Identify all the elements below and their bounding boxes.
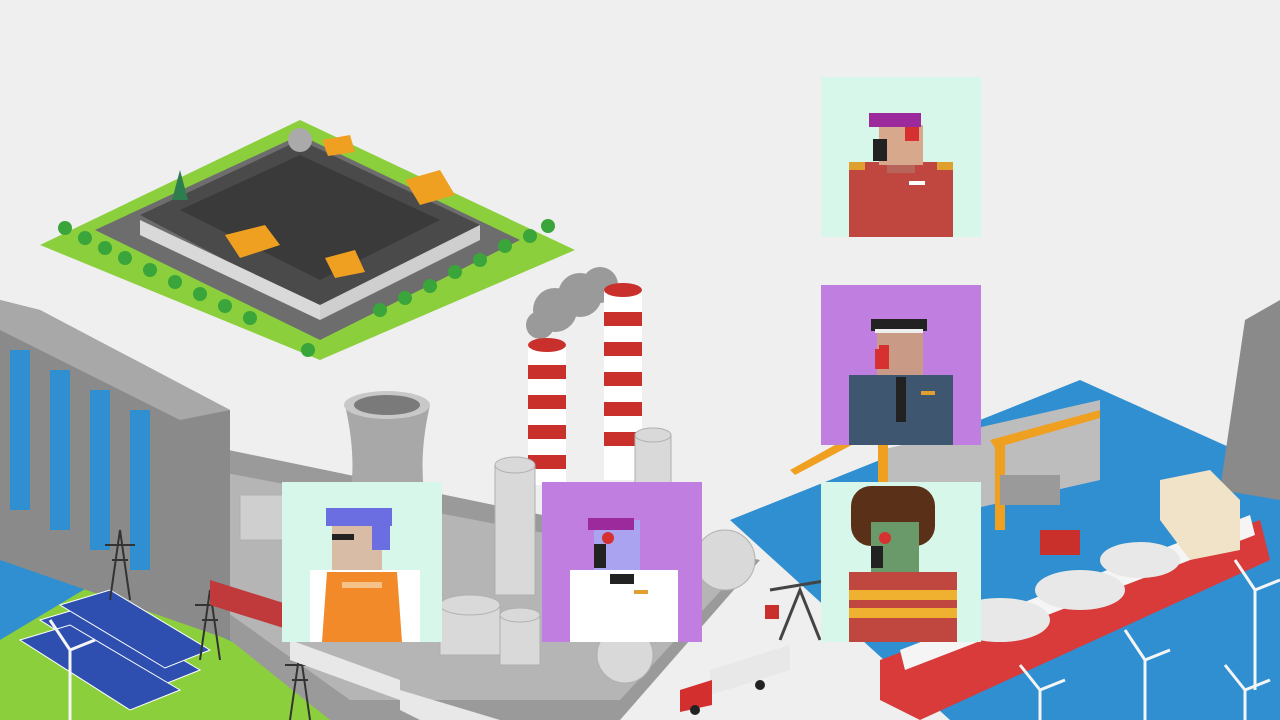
pixel-avatar-icon [542,482,702,642]
fuel-tanker-truck [680,645,790,715]
avatar-card-white-suit[interactable] [542,482,702,642]
pixel-avatar-icon [821,482,981,642]
pixel-avatar-icon [282,482,442,642]
pixel-avatar-icon [821,77,981,237]
avatar-card-gray-uniform[interactable] [821,285,981,445]
avatar-card-blue-hair[interactable] [282,482,442,642]
right-tower [1220,300,1280,500]
open-pit-mine [40,120,575,360]
avatar-card-afro[interactable] [821,482,981,642]
pixel-avatar-icon [821,285,981,445]
avatar-card-purple-hair[interactable] [821,77,981,237]
